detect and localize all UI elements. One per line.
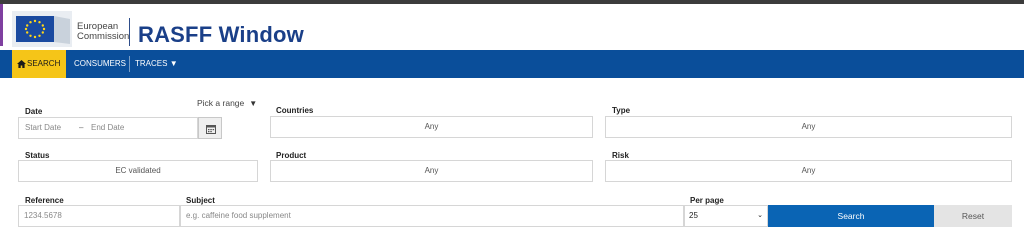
nav-traces-label: TRACES bbox=[135, 59, 168, 68]
eu-flag-icon bbox=[12, 11, 72, 47]
range-picker-label: Pick a range bbox=[197, 98, 245, 108]
reset-button[interactable]: Reset bbox=[934, 205, 1012, 227]
date-label: Date bbox=[25, 107, 43, 116]
ec-logo[interactable] bbox=[12, 11, 72, 47]
left-accent bbox=[0, 4, 3, 46]
chevron-down-icon: ⌄ bbox=[757, 212, 763, 219]
risk-select[interactable]: Any bbox=[605, 160, 1012, 182]
product-select[interactable]: Any bbox=[270, 160, 593, 182]
per-page-label: Per page bbox=[690, 196, 724, 205]
reference-label: Reference bbox=[25, 196, 64, 205]
date-start-field[interactable]: Start Date bbox=[25, 118, 61, 138]
nav-search-label: SEARCH bbox=[27, 59, 61, 68]
site-header: European Commission RASFF Window bbox=[0, 4, 1024, 50]
range-picker[interactable]: Pick a range ▼ bbox=[197, 98, 257, 108]
app-title[interactable]: RASFF Window bbox=[138, 22, 304, 48]
org-name: European Commission bbox=[77, 22, 129, 42]
caret-down-icon: ▼ bbox=[249, 99, 258, 108]
nav-separator bbox=[129, 56, 130, 72]
status-label: Status bbox=[25, 151, 50, 160]
home-icon bbox=[17, 59, 26, 68]
nav-traces[interactable]: TRACES ▼ bbox=[135, 50, 185, 78]
product-label: Product bbox=[276, 151, 307, 160]
main-navbar: SEARCH CONSUMERS TRACES ▼ bbox=[0, 50, 1024, 78]
status-select[interactable]: EC validated bbox=[18, 160, 258, 182]
subject-label: Subject bbox=[186, 196, 215, 205]
nav-search[interactable]: SEARCH bbox=[12, 50, 66, 78]
countries-label: Countries bbox=[276, 106, 314, 115]
org-line-2: Commission bbox=[77, 31, 130, 42]
logo-divider bbox=[129, 18, 130, 46]
calendar-button[interactable] bbox=[198, 117, 222, 139]
type-label: Type bbox=[612, 106, 631, 115]
reference-input[interactable]: 1234.5678 bbox=[18, 205, 180, 227]
subject-input[interactable]: e.g. caffeine food supplement bbox=[180, 205, 684, 227]
nav-consumers[interactable]: CONSUMERS bbox=[74, 50, 128, 78]
risk-label: Risk bbox=[612, 151, 629, 160]
per-page-value: 25 bbox=[689, 211, 698, 220]
date-end-field[interactable]: End Date bbox=[91, 118, 124, 138]
countries-select[interactable]: Any bbox=[270, 116, 593, 138]
type-select[interactable]: Any bbox=[605, 116, 1012, 138]
calendar-icon bbox=[206, 125, 216, 134]
per-page-select[interactable]: 25 ⌄ bbox=[684, 205, 768, 227]
date-range-input[interactable]: Start Date – End Date bbox=[18, 117, 198, 139]
date-separator: – bbox=[79, 123, 84, 132]
caret-down-icon: ▼ bbox=[169, 59, 178, 68]
search-button[interactable]: Search bbox=[768, 205, 934, 227]
